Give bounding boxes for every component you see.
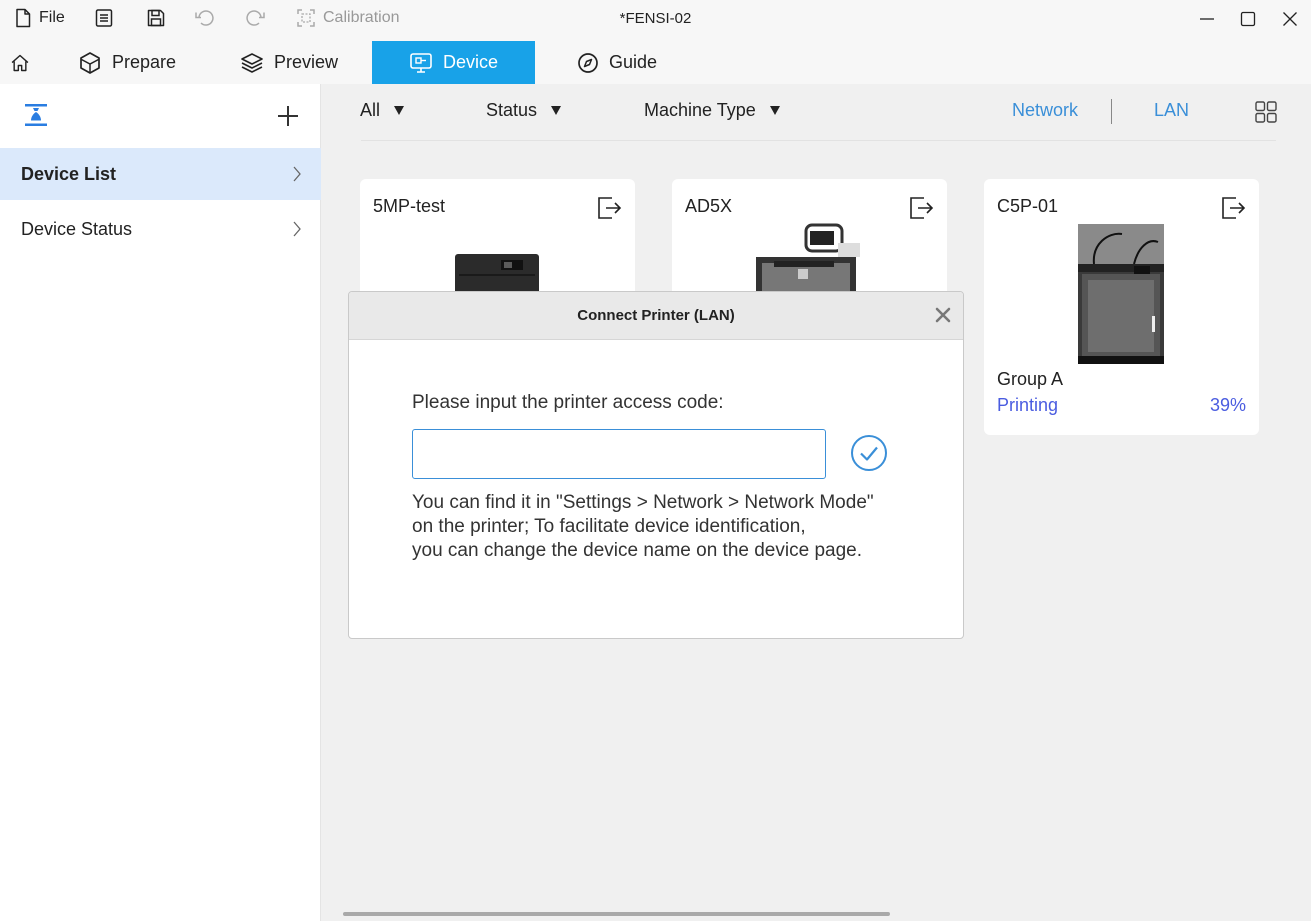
sidebar: Device List Device Status [0,84,321,921]
notes-icon [95,9,113,27]
tab-prepare[interactable]: Prepare [78,41,198,84]
plus-icon [278,106,298,126]
tab-device-label: Device [443,52,499,72]
close-icon [1283,12,1297,26]
redo-button[interactable] [244,8,266,33]
compass-icon [578,52,598,73]
file-icon [16,8,31,28]
help-line: on the printer; To facilitate device ide… [412,516,806,537]
dialog-header: Connect Printer (LAN) [349,292,963,340]
exit-icon [1222,197,1246,219]
file-menu[interactable]: File [14,8,65,28]
printer-image [756,223,860,293]
layers-icon [241,52,263,73]
device-group: Group A [997,369,1064,389]
exit-icon [910,197,934,219]
printer-logo-icon [24,103,48,132]
filter-all-label: All [360,100,381,120]
access-code-input[interactable] [412,429,826,479]
tab-device[interactable]: Device [372,41,535,84]
tab-prepare-label: Prepare [112,52,177,72]
close-window-button[interactable] [1281,9,1299,34]
device-icon [410,52,432,73]
lan-link[interactable]: LAN [1154,100,1189,121]
undo-button[interactable] [194,8,216,33]
home-icon [11,54,29,71]
device-name: C5P-01 [997,196,1059,216]
network-link[interactable]: Network [1012,100,1078,121]
add-device-button[interactable] [276,104,300,133]
calibration-label: Calibration [323,9,400,26]
grid-icon [1255,101,1277,123]
chevron-right-icon [293,221,301,237]
help-line: You can find it in "Settings > Network >… [412,492,874,513]
device-name: AD5X [685,196,733,216]
disconnect-button[interactable] [908,195,934,226]
filter-all-dropdown[interactable]: All [360,100,405,121]
close-icon [935,307,951,323]
filter-machine-type-label: Machine Type [644,100,756,120]
tab-guide-label: Guide [609,52,658,72]
prepare-icon [80,51,100,74]
save-icon [147,9,165,27]
sidebar-item-label: Device List [21,163,117,184]
tab-preview[interactable]: Preview [240,41,360,84]
disconnect-button[interactable] [596,195,622,226]
printer-image [1078,224,1164,364]
disconnect-button[interactable] [1220,195,1246,226]
device-card-c5p-01[interactable]: C5P-01 Group A Printing 39% [984,179,1259,435]
help-line: you can change the device name on the de… [412,540,862,561]
main-tab-bar: Prepare Preview Device Guide [0,41,1311,84]
chevron-right-icon [293,166,301,182]
filter-machine-type-dropdown[interactable]: Machine Type [644,100,780,121]
device-name: 5MP-test [373,196,446,216]
calibration-icon [297,9,315,27]
title-bar: File Calibration *FENSI-02 [0,0,1311,41]
minimize-button[interactable] [1198,9,1216,34]
minimize-icon [1200,18,1214,20]
save-button[interactable] [146,8,166,33]
redo-icon [246,10,265,26]
connect-printer-dialog: Connect Printer (LAN) Please input the p… [348,291,964,639]
divider [361,140,1276,141]
exit-icon [598,197,622,219]
filter-status-label: Status [486,100,538,120]
tab-guide[interactable]: Guide [577,41,677,84]
dialog-title: Connect Printer (LAN) [577,307,735,324]
caret-down-icon [769,106,780,115]
maximize-icon [1240,11,1256,27]
sidebar-item-label: Device Status [21,218,133,239]
grid-view-button[interactable] [1255,101,1277,128]
divider [1111,99,1112,124]
sidebar-item-device-list[interactable]: Device List [0,148,321,200]
sidebar-item-device-status[interactable]: Device Status [0,203,321,255]
horizontal-scrollbar[interactable] [343,912,890,916]
filter-status-dropdown[interactable]: Status [486,100,562,121]
access-code-help: You can find it in "Settings > Network >… [412,491,942,563]
calibration-menu[interactable]: Calibration [296,8,399,28]
caret-down-icon [394,106,405,115]
device-status: Printing [997,395,1059,415]
undo-icon [195,10,214,26]
maximize-button[interactable] [1239,9,1257,34]
check-circle-icon [851,435,887,471]
access-code-prompt: Please input the printer access code: [412,392,724,413]
tab-home[interactable] [10,41,40,84]
dialog-close-button[interactable] [935,307,951,328]
tab-preview-label: Preview [274,52,339,72]
confirm-button[interactable] [850,434,888,477]
notes-button[interactable] [94,8,114,33]
file-menu-label: File [39,9,65,26]
device-progress: 39% [1209,395,1246,415]
caret-down-icon [551,106,562,115]
